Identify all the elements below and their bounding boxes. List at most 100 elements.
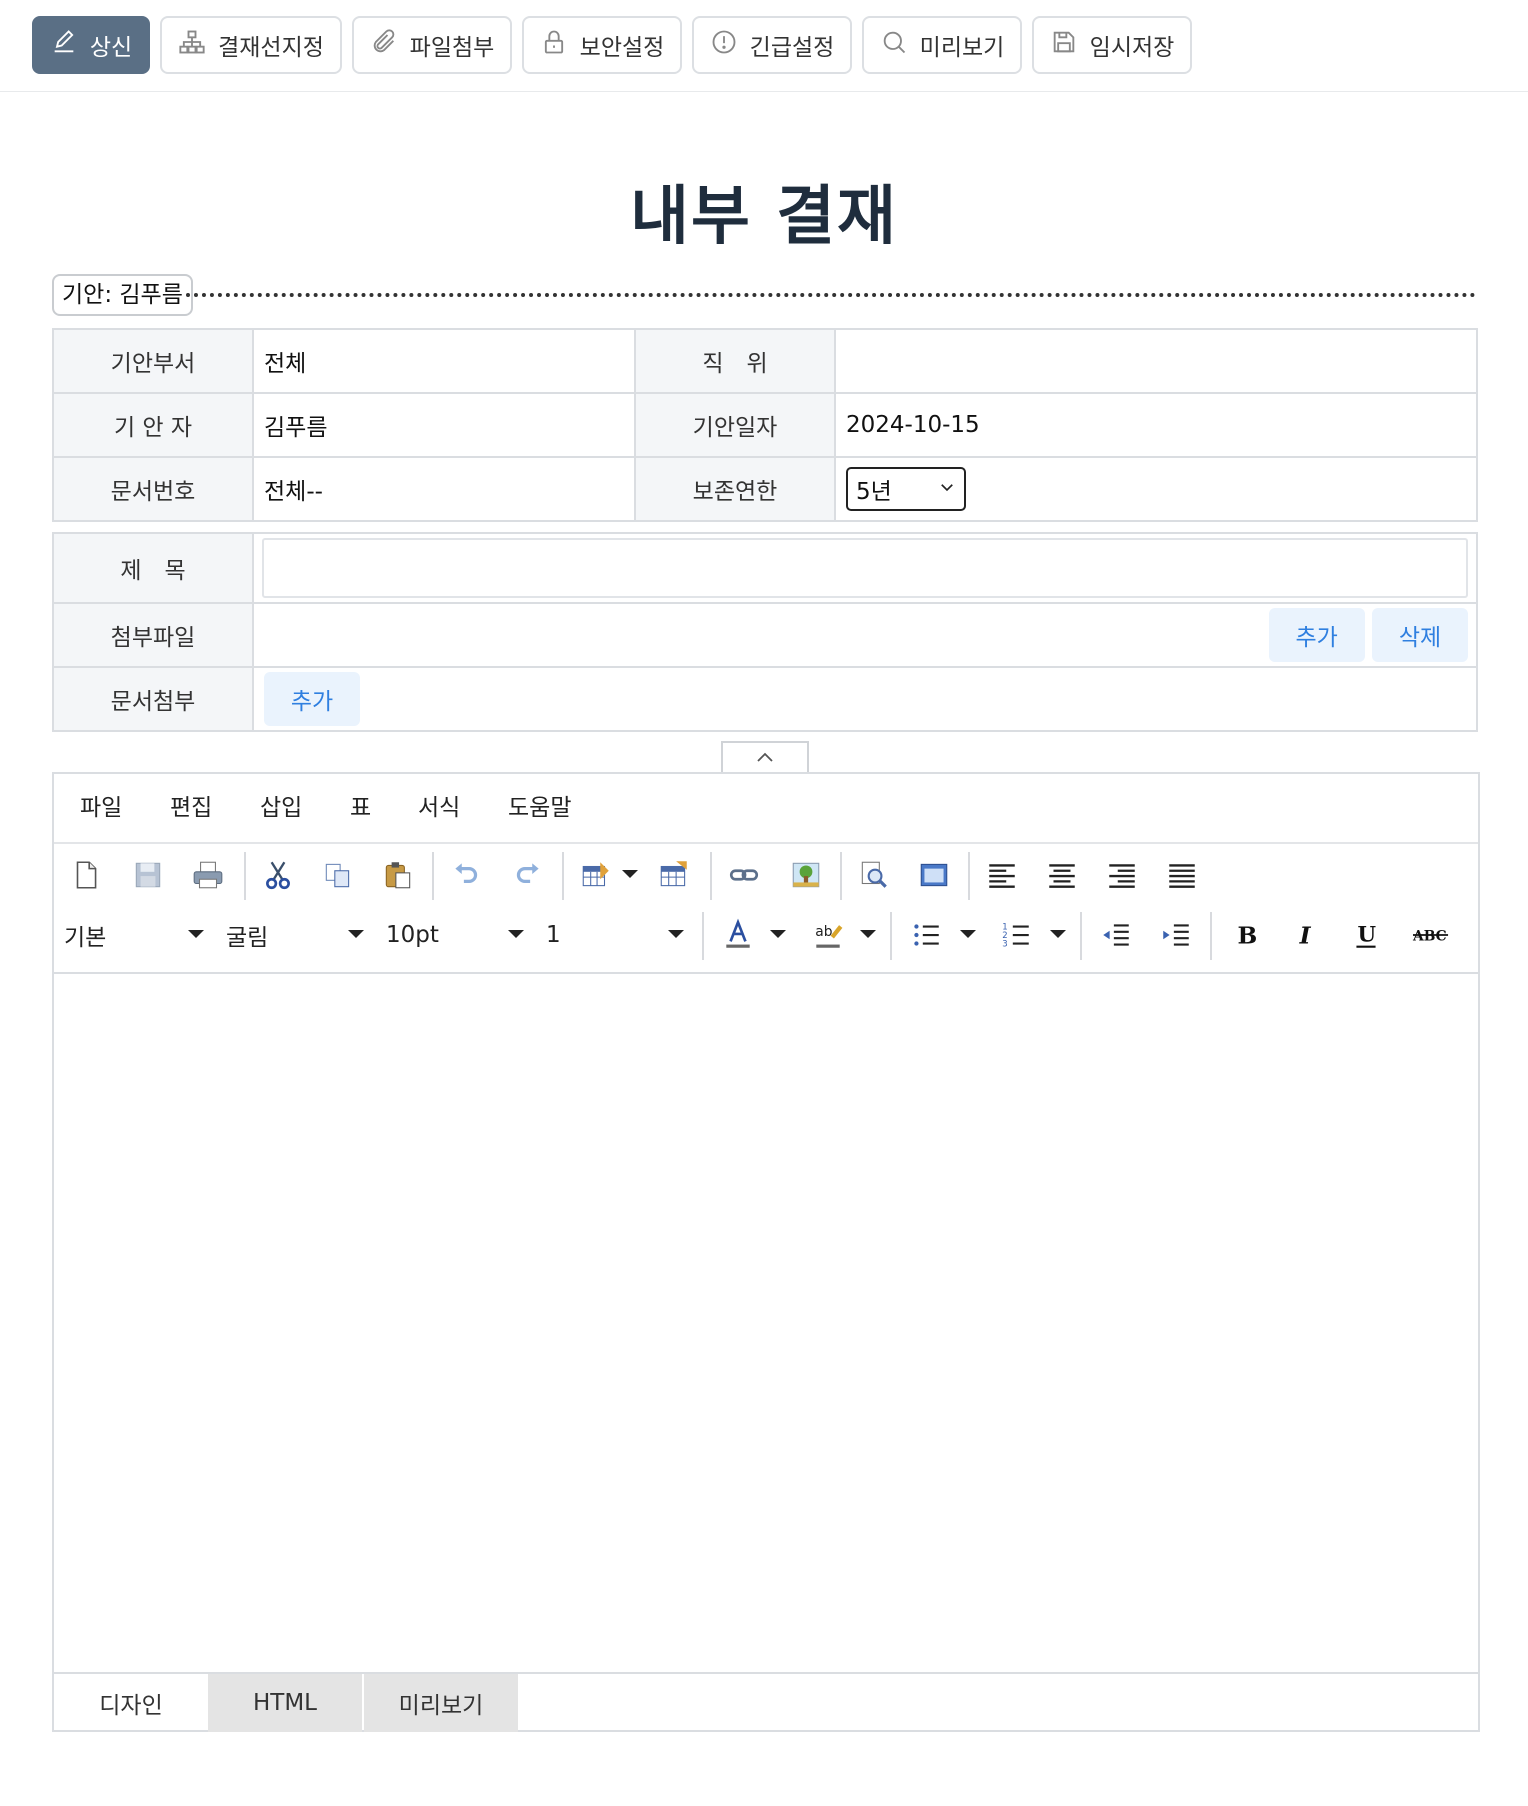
doc-attachment-add-button[interactable]: 추가 [264, 672, 360, 726]
temp-save-button[interactable]: 임시저장 [1032, 16, 1192, 74]
toolbar-separator [710, 852, 712, 900]
lock-icon [540, 28, 568, 62]
toolbar-separator [1210, 912, 1212, 960]
font-size-value: 10pt [386, 922, 439, 948]
align-right-icon[interactable] [1100, 853, 1144, 897]
retention-select[interactable]: 5년 [846, 467, 966, 511]
urgent-settings-label: 긴급설정 [749, 35, 835, 61]
file-attach-button[interactable]: 파일첨부 [352, 16, 512, 74]
paste-icon[interactable] [376, 853, 420, 897]
attachment-label: 첨부파일 [52, 602, 254, 668]
file-attach-label: 파일첨부 [409, 35, 495, 61]
subject-cell [252, 532, 1478, 604]
doc-number-label: 문서번호 [52, 456, 254, 522]
svg-text:ab: ab [815, 924, 832, 940]
align-left-icon[interactable] [980, 853, 1024, 897]
align-justify-icon[interactable] [1160, 853, 1204, 897]
svg-text:ABC: ABC [1412, 928, 1447, 944]
editor-toolbar-row2: 기본 굴림 10pt 1 ab 123 B I U ABC [54, 906, 1478, 964]
menu-table[interactable]: 표 [350, 774, 371, 842]
new-document-icon[interactable] [64, 853, 108, 897]
insert-table-dropdown[interactable] [622, 870, 638, 878]
pencil-icon [50, 28, 78, 62]
outdent-icon[interactable] [1094, 913, 1138, 957]
svg-text:B: B [1238, 922, 1258, 950]
attachment-delete-button[interactable]: 삭제 [1372, 608, 1468, 662]
cut-icon[interactable] [256, 853, 300, 897]
dotted-divider [186, 293, 1476, 297]
save-disk-icon[interactable] [126, 853, 170, 897]
toolbar-separator [244, 852, 246, 900]
menu-format[interactable]: 서식 [418, 774, 460, 842]
security-settings-button[interactable]: 보안설정 [522, 16, 682, 74]
tab-html[interactable]: HTML [208, 1674, 362, 1732]
menu-help[interactable]: 도움말 [508, 774, 571, 842]
retention-label: 보존연한 [634, 456, 836, 522]
doc-number-value: 전체-- [252, 456, 636, 522]
menu-file[interactable]: 파일 [80, 774, 122, 842]
underline-icon[interactable]: U [1344, 913, 1388, 957]
bullet-list-icon[interactable] [904, 913, 948, 957]
tab-design[interactable]: 디자인 [54, 1674, 208, 1732]
toolbar-separator [890, 912, 892, 960]
undo-icon[interactable] [444, 853, 488, 897]
strikethrough-icon[interactable]: ABC [1404, 913, 1456, 957]
search-icon [880, 28, 908, 62]
preview-button[interactable]: 미리보기 [862, 16, 1022, 74]
line-height-select[interactable]: 1 [546, 912, 684, 958]
submit-button-label: 상신 [89, 35, 133, 61]
copy-icon[interactable] [316, 853, 360, 897]
fullscreen-icon[interactable] [912, 853, 956, 897]
insert-table-icon[interactable] [574, 853, 618, 897]
numbered-list-dropdown[interactable] [1050, 930, 1066, 938]
svg-text:U: U [1358, 922, 1377, 947]
highlight-color-icon[interactable]: ab [806, 913, 850, 957]
editor-content-area[interactable] [54, 972, 1478, 1672]
paragraph-style-select[interactable]: 기본 [64, 912, 204, 958]
bullet-list-dropdown[interactable] [960, 930, 976, 938]
toolbar-separator [702, 912, 704, 960]
menu-edit[interactable]: 편집 [170, 774, 212, 842]
bold-icon[interactable]: B [1224, 913, 1268, 957]
attachment-add-button[interactable]: 추가 [1268, 608, 1365, 662]
highlight-color-dropdown[interactable] [860, 930, 876, 938]
draft-date-value: 2024-10-15 [834, 392, 1478, 458]
preview-label: 미리보기 [919, 35, 1005, 61]
find-icon[interactable] [852, 853, 896, 897]
editor-menubar: 파일 편집 삽입 표 서식 도움말 [54, 774, 1478, 844]
paragraph-style-value: 기본 [64, 925, 107, 951]
retention-selected-value: 5년 [856, 479, 892, 505]
urgent-settings-button[interactable]: 긴급설정 [692, 16, 852, 74]
tab-preview[interactable]: 미리보기 [364, 1674, 518, 1732]
font-family-select[interactable]: 굴림 [226, 912, 364, 958]
numbered-list-icon[interactable]: 123 [994, 913, 1038, 957]
collapse-toggle-button[interactable] [721, 741, 809, 773]
image-icon[interactable] [784, 853, 828, 897]
italic-icon[interactable]: I [1284, 913, 1328, 957]
table-properties-icon[interactable] [652, 853, 696, 897]
font-size-select[interactable]: 10pt [386, 912, 524, 958]
subject-input[interactable] [262, 538, 1468, 598]
toolbar-separator [968, 852, 970, 900]
submit-button[interactable]: 상신 [32, 16, 150, 74]
print-icon[interactable] [186, 853, 230, 897]
menu-insert[interactable]: 삽입 [260, 774, 302, 842]
approval-line-button[interactable]: 결재선지정 [160, 16, 342, 74]
font-color-icon[interactable] [716, 913, 760, 957]
drafter-value: 김푸름 [252, 392, 636, 458]
chevron-up-icon [755, 749, 775, 768]
indent-icon[interactable] [1154, 913, 1198, 957]
link-icon[interactable] [722, 853, 766, 897]
font-color-dropdown[interactable] [770, 930, 786, 938]
chevron-down-icon [938, 476, 956, 502]
editor-toolbar-row1 [54, 846, 1478, 904]
position-label: 직 위 [634, 328, 836, 394]
redo-icon[interactable] [506, 853, 550, 897]
retention-cell: 5년 [834, 456, 1478, 522]
drafter-tag: 기안: 김푸름 [52, 274, 193, 316]
align-center-icon[interactable] [1040, 853, 1084, 897]
toolbar-separator [432, 852, 434, 900]
security-settings-label: 보안설정 [579, 35, 665, 61]
alert-circle-icon [710, 28, 738, 62]
page-title: 내부 결재 [630, 180, 898, 254]
